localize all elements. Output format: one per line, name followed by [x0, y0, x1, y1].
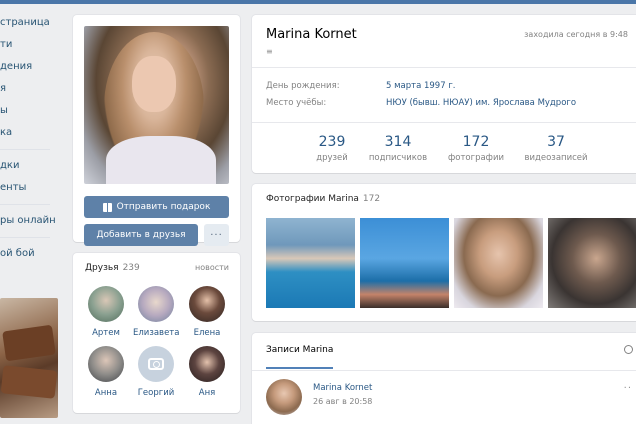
- last-seen-status: заходила сегодня в 9:48: [524, 30, 628, 39]
- nav-item-bookmarks[interactable]: дки: [0, 155, 60, 177]
- nav-item-game-battle[interactable]: ой бой: [0, 243, 60, 265]
- photo-face-shape: [132, 56, 176, 112]
- birthday-label: День рождения:: [266, 81, 340, 91]
- ad-wallet-shape: [0, 365, 58, 399]
- photos-title[interactable]: Фотографии Marina 172: [266, 194, 380, 204]
- friends-news-link[interactable]: новости: [195, 263, 229, 272]
- friend-name: Елизавета: [133, 328, 180, 338]
- nav-item-page[interactable]: страница: [0, 12, 60, 34]
- friends-card: Друзья 239 новости Артем Елизавета Елена …: [73, 253, 240, 413]
- nav-item-messages[interactable]: дения: [0, 56, 60, 78]
- nav-item-friends[interactable]: я: [0, 78, 60, 100]
- counter-label: фотографии: [447, 153, 504, 163]
- send-gift-button[interactable]: Отправить подарок: [84, 196, 229, 218]
- friends-count: 239: [122, 263, 140, 273]
- friend-avatar: [88, 346, 124, 382]
- add-friend-button[interactable]: Добавить в друзья: [84, 224, 198, 246]
- friend-avatar: [138, 286, 174, 322]
- nav-item-groups[interactable]: ы: [0, 100, 60, 122]
- photo-thumbnail[interactable]: [266, 218, 355, 308]
- counter-photos[interactable]: 172 фотографии: [436, 134, 516, 163]
- more-actions-button[interactable]: ···: [204, 224, 229, 246]
- counter-label: подписчиков: [368, 153, 428, 163]
- send-gift-label: Отправить подарок: [116, 202, 211, 212]
- friends-title-label: Друзья: [85, 263, 119, 273]
- nav-divider: [0, 204, 50, 205]
- left-navigation: страница ти дения я ы ка дки енты ры онл…: [0, 12, 60, 265]
- nav-item-music[interactable]: ка: [0, 122, 60, 144]
- friend-item[interactable]: Елена: [184, 286, 230, 338]
- counter-value: 314: [384, 134, 412, 150]
- friend-avatar: [189, 346, 225, 382]
- education-label: Место учёбы:: [266, 98, 327, 108]
- status-icon: ≡: [266, 47, 273, 56]
- friend-avatar: [138, 346, 174, 382]
- education-value[interactable]: НЮУ (бывш. НЮАУ) им. Ярослава Мудрого: [386, 98, 576, 108]
- photo-shirt-shape: [106, 136, 216, 184]
- friend-name: Артем: [92, 328, 120, 338]
- nav-divider: [0, 149, 50, 150]
- friend-name: Анна: [94, 388, 118, 398]
- friend-avatar: [88, 286, 124, 322]
- friend-name: Аня: [198, 388, 216, 398]
- photo-thumbnail[interactable]: [454, 218, 543, 308]
- counter-label: видеозаписей: [524, 153, 588, 163]
- gift-icon: [102, 202, 112, 212]
- profile-name: Marina Kornet: [266, 27, 357, 42]
- photo-thumbnail[interactable]: [548, 218, 636, 308]
- post-author[interactable]: Marina Kornet: [313, 383, 372, 393]
- divider: [252, 122, 636, 123]
- photos-count: 172: [362, 194, 381, 204]
- camera-icon: [148, 358, 164, 370]
- nav-divider: [0, 237, 50, 238]
- friend-name: Георгий: [137, 388, 175, 398]
- post-date[interactable]: 26 авг в 20:58: [313, 397, 372, 406]
- wall-card: Записи Marina Marina Kornet 26 авг в 20:…: [252, 333, 636, 424]
- friend-item[interactable]: Елизавета: [133, 286, 179, 338]
- wall-tab-posts[interactable]: Записи Marina: [266, 345, 333, 355]
- divider: [252, 67, 636, 68]
- post-more-button[interactable]: ··: [624, 383, 632, 394]
- post-author-avatar[interactable]: [266, 379, 302, 415]
- friend-name: Елена: [193, 328, 221, 338]
- friend-item[interactable]: Георгий: [133, 346, 179, 398]
- nav-item-documents[interactable]: енты: [0, 177, 60, 199]
- friend-item[interactable]: Аня: [184, 346, 230, 398]
- profile-info-card: Marina Kornet заходила сегодня в 9:48 ≡ …: [252, 15, 636, 173]
- profile-photo[interactable]: [84, 26, 229, 184]
- friend-item[interactable]: Анна: [83, 346, 129, 398]
- top-header-bar: [0, 0, 636, 4]
- tab-underline: [266, 367, 333, 369]
- friend-avatar: [189, 286, 225, 322]
- nav-item-news[interactable]: ти: [0, 34, 60, 56]
- nav-item-online-games[interactable]: ры онлайн: [0, 210, 60, 232]
- birthday-value[interactable]: 5 марта 1997 г.: [386, 81, 456, 91]
- avatar-card: Отправить подарок Добавить в друзья ···: [73, 15, 240, 246]
- photos-card: Фотографии Marina 172: [252, 184, 636, 321]
- friends-title[interactable]: Друзья 239: [85, 263, 140, 273]
- friend-item[interactable]: Артем: [83, 286, 129, 338]
- photos-title-label: Фотографии Marina: [266, 194, 359, 204]
- divider: [252, 370, 636, 371]
- counter-value: 37: [547, 134, 565, 150]
- search-icon[interactable]: [624, 345, 633, 354]
- photo-thumbnail[interactable]: [360, 218, 449, 308]
- counter-value: 172: [462, 134, 490, 150]
- counter-videos[interactable]: 37 видеозаписей: [516, 134, 596, 163]
- counter-followers[interactable]: 314 подписчиков: [358, 134, 438, 163]
